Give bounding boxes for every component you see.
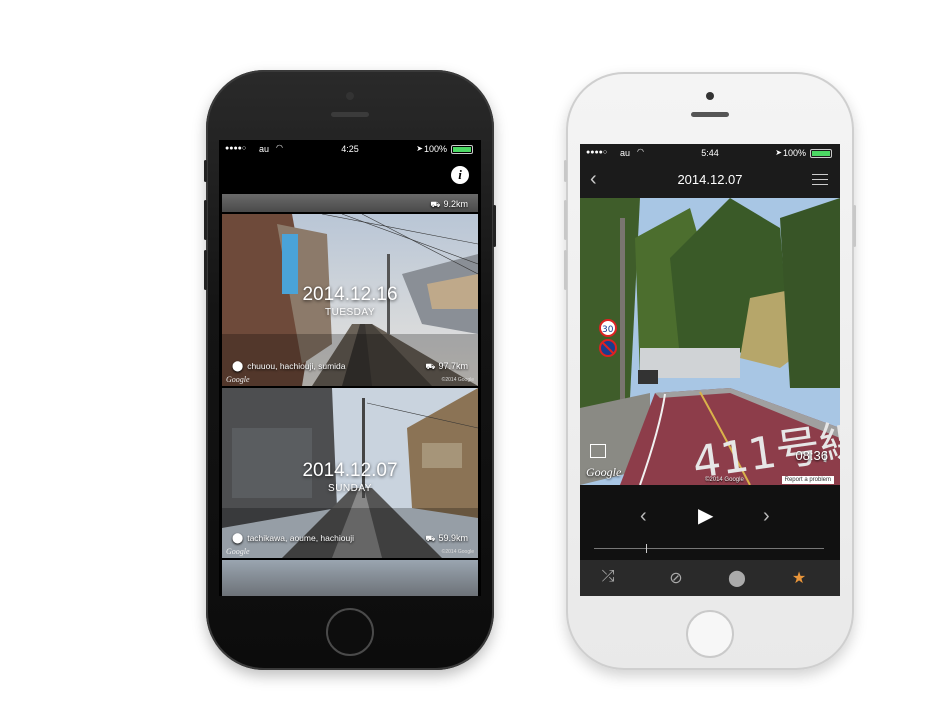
report-problem-link[interactable]: Report a problem bbox=[781, 476, 834, 484]
street-view-video[interactable]: 411号線 30 08:36 Google ©2014 Google Repor… bbox=[580, 198, 840, 485]
card-day: TUESDAY bbox=[325, 307, 375, 318]
mute-switch bbox=[564, 160, 567, 182]
card-distance: ⛟ 9.2km bbox=[430, 199, 468, 209]
copyright: ©2014 Google bbox=[705, 477, 744, 483]
earpiece-speaker bbox=[331, 112, 369, 117]
screen-left: ●●●●○ au ◠ 4:25 ➤ 100% i ⛟ 9.2km 2014.12… bbox=[219, 140, 481, 596]
road-icon: ⛟ bbox=[425, 362, 436, 371]
google-logo: Google bbox=[586, 465, 622, 479]
previous-chevron-icon[interactable]: ‹ bbox=[640, 505, 647, 528]
progress-handle[interactable] bbox=[646, 544, 647, 553]
front-camera bbox=[346, 92, 354, 100]
card-places: ⬤ chuuou, hachiouji, sumida bbox=[232, 361, 346, 372]
info-button[interactable]: i bbox=[451, 166, 469, 184]
play-icon[interactable]: ▶ bbox=[698, 503, 713, 528]
home-button[interactable] bbox=[686, 610, 734, 658]
list-item[interactable] bbox=[222, 560, 478, 596]
battery-percent: 100% bbox=[782, 148, 806, 158]
front-camera bbox=[706, 92, 714, 100]
card-distance: ⛟ 59.9km bbox=[425, 533, 468, 543]
copyright: ©2014 Google bbox=[441, 549, 474, 555]
phone-right: ●●●●○ au ◠ 5:44 ➤ 100% ‹ 2014.12.07 411号… bbox=[564, 72, 856, 670]
home-button[interactable] bbox=[326, 608, 374, 656]
status-bar: ●●●●○ au ◠ 5:44 ➤ 100% bbox=[580, 144, 840, 162]
star-icon[interactable]: ★ bbox=[787, 568, 811, 588]
card-day: SUNDAY bbox=[328, 483, 372, 494]
next-chevron-icon[interactable]: › bbox=[763, 505, 770, 528]
shuffle-icon[interactable]: ⤮ bbox=[596, 568, 620, 586]
copyright: ©2014 Google bbox=[441, 377, 474, 383]
earpiece-speaker bbox=[691, 112, 729, 117]
card-places: ⬤ tachikawa, aoume, hachiouji bbox=[232, 533, 354, 544]
pin-icon: ⬤ bbox=[232, 533, 244, 544]
progress-track[interactable] bbox=[594, 548, 824, 549]
menu-icon[interactable] bbox=[812, 174, 828, 189]
volume-down-button bbox=[204, 250, 207, 290]
pin-icon[interactable]: ⬤ bbox=[725, 568, 749, 588]
location-arrow-icon: ➤ bbox=[775, 148, 782, 157]
status-bar: ●●●●○ au ◠ 4:25 ➤ 100% bbox=[219, 140, 481, 158]
speed-sign-text: 30 bbox=[602, 325, 614, 335]
volume-down-button bbox=[564, 250, 567, 290]
street-view-frame: 411号線 30 bbox=[580, 198, 840, 485]
google-logo: Google bbox=[226, 547, 250, 556]
volume-up-button bbox=[204, 200, 207, 240]
tab-bar: ⤮ ⊘ ⬤ ★ bbox=[580, 560, 840, 596]
compass-icon[interactable]: ⊘ bbox=[664, 568, 688, 588]
screen-right: ●●●●○ au ◠ 5:44 ➤ 100% ‹ 2014.12.07 411号… bbox=[580, 144, 840, 596]
location-arrow-icon: ➤ bbox=[416, 144, 423, 153]
road-icon: ⛟ bbox=[425, 534, 436, 543]
page-title: 2014.12.07 bbox=[677, 172, 743, 187]
list-item[interactable]: 2014.12.07 SUNDAY ⬤ tachikawa, aoume, hac… bbox=[222, 388, 478, 558]
battery-icon bbox=[451, 145, 473, 154]
card-date: 2014.12.16 bbox=[302, 284, 398, 305]
phone-left: ●●●●○ au ◠ 4:25 ➤ 100% i ⛟ 9.2km 2014.12… bbox=[204, 70, 496, 670]
volume-up-button bbox=[564, 200, 567, 240]
pin-icon: ⬤ bbox=[232, 361, 244, 372]
elapsed-time: 08:36 bbox=[795, 448, 828, 463]
road-icon: ⛟ bbox=[430, 200, 441, 209]
battery-percent: 100% bbox=[423, 144, 447, 154]
nav-bar: ‹ 2014.12.07 bbox=[580, 162, 840, 198]
battery-icon bbox=[810, 149, 832, 158]
card-date: 2014.12.07 bbox=[302, 460, 398, 481]
list-item[interactable]: ⛟ 9.2km bbox=[222, 194, 478, 212]
power-button bbox=[853, 205, 856, 247]
card-distance: ⛟ 97.7km bbox=[425, 361, 468, 371]
mute-switch bbox=[204, 160, 207, 182]
power-button bbox=[493, 205, 496, 247]
list-item[interactable]: 2014.12.16 TUESDAY ⬤ chuuou, hachiouji, s… bbox=[222, 214, 478, 386]
fullscreen-icon[interactable] bbox=[590, 444, 606, 458]
google-logo: Google bbox=[226, 375, 250, 384]
playback-controls: ‹ ▶ › bbox=[580, 485, 840, 560]
